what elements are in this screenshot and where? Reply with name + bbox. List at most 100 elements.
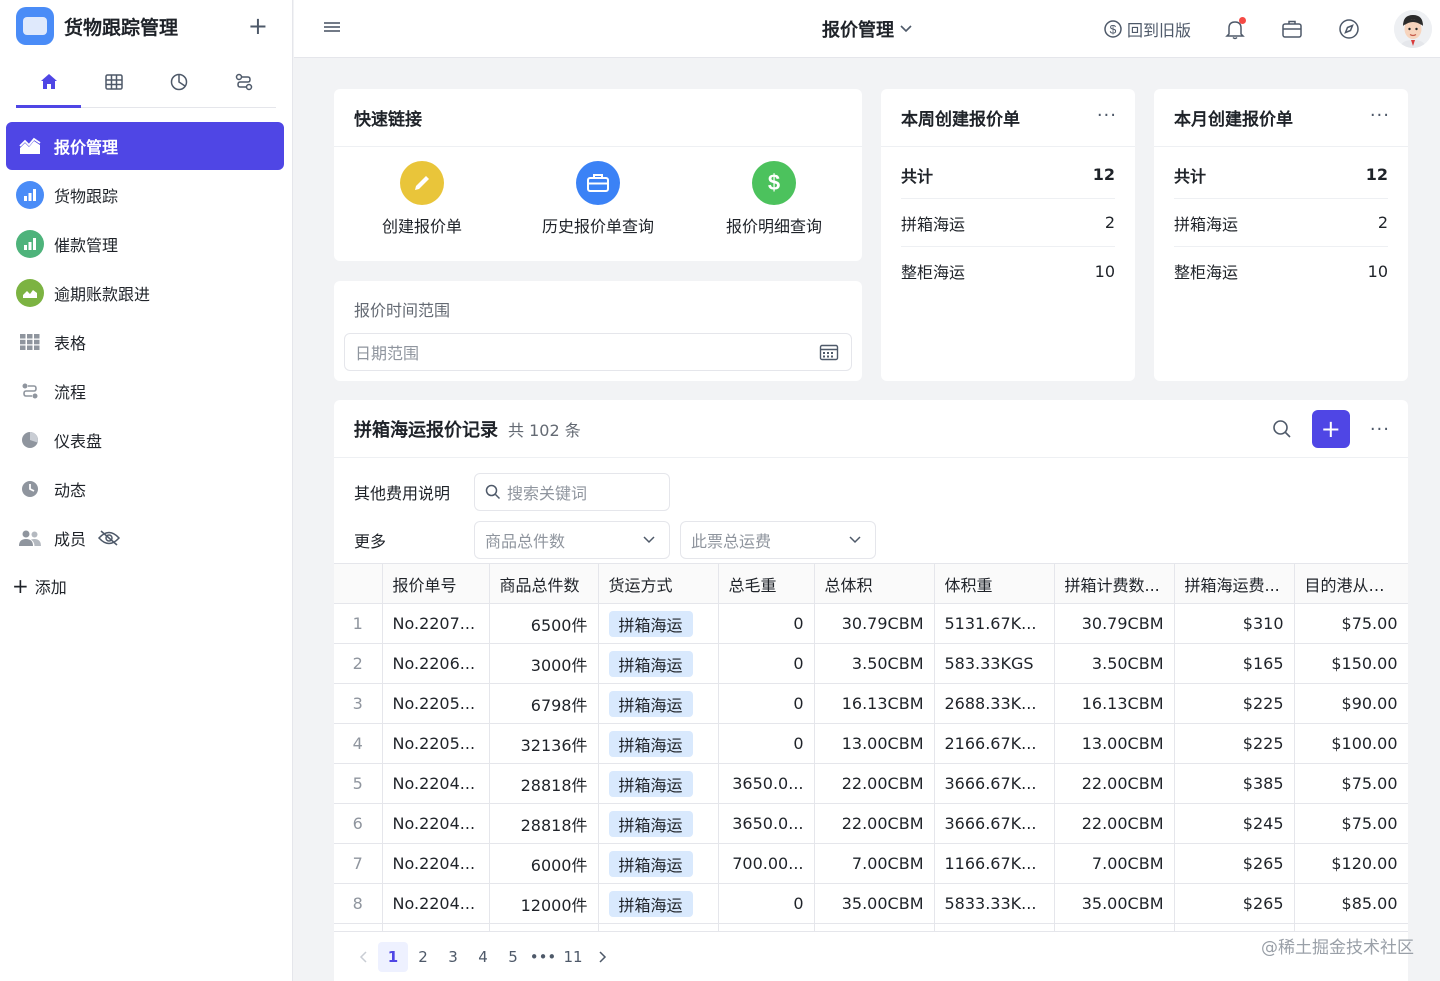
- table-row[interactable]: 5 No.2204... 28818件 拼箱海运 3650.0... 22.00CBM 36…: [334, 763, 1408, 804]
- table-cell: 7.00CBM: [1053, 843, 1175, 884]
- bar-chart-icon: [16, 230, 44, 258]
- tab-flow[interactable]: [211, 66, 276, 107]
- briefcase-icon[interactable]: [1280, 17, 1304, 41]
- weekly-stats-list: 共计 12 拼箱海运 2 整柜海运 10: [881, 147, 1135, 295]
- quick-link-label: 报价明细查询: [725, 217, 822, 236]
- pagination: 1 2 3 4 5 ••• 11: [334, 931, 1408, 981]
- table-row[interactable]: 7 No.2204... 6000件 拼箱海运 700.00... 7.00CBM 1166…: [334, 843, 1408, 884]
- compass-icon[interactable]: [1337, 17, 1361, 41]
- table-cell: $85.00: [1293, 883, 1408, 924]
- column-header[interactable]: 商品总件数: [488, 563, 599, 604]
- next-page-icon[interactable]: [588, 942, 618, 972]
- stat-label: 整柜海运: [1174, 263, 1239, 282]
- eye-icon[interactable]: [98, 530, 121, 546]
- date-range-input[interactable]: 日期范围: [344, 333, 852, 371]
- column-header[interactable]: 体积重: [933, 563, 1055, 604]
- sidebar-item-activity[interactable]: 动态: [6, 465, 284, 513]
- page-button[interactable]: 1: [378, 941, 408, 972]
- column-header[interactable]: 总毛重: [717, 563, 815, 604]
- pie-icon: [16, 426, 44, 454]
- table-cell: 拼箱海运: [597, 603, 719, 644]
- old-version-label: 回到旧版: [1126, 20, 1191, 40]
- date-range-placeholder: 日期范围: [355, 344, 420, 363]
- table-cell: 5131.67K...: [933, 603, 1055, 644]
- table-cell: 拼箱海运: [597, 843, 719, 884]
- sidebar-item-collection[interactable]: 催款管理: [6, 220, 284, 268]
- table-cell: 12000件: [488, 883, 599, 924]
- add-record-button[interactable]: +: [1311, 410, 1350, 448]
- table-cell: 30.79CBM: [813, 603, 935, 644]
- more-options-icon[interactable]: ···: [1370, 105, 1390, 126]
- column-header[interactable]: 目的港从码...: [1293, 563, 1408, 604]
- column-header[interactable]: 拼箱计费数...: [1053, 563, 1175, 604]
- add-item-button[interactable]: + 添加: [12, 566, 292, 606]
- table-row[interactable]: 1 No.2207... 6500件 拼箱海运 0 30.79CBM 5131.67K...…: [334, 603, 1408, 644]
- column-header[interactable]: 货运方式: [597, 563, 719, 604]
- sidebar-item-members[interactable]: 成员: [6, 514, 284, 562]
- tab-dashboard[interactable]: [146, 66, 211, 107]
- search-input[interactable]: 搜索关键词: [474, 473, 670, 511]
- page-ellipsis[interactable]: •••: [528, 942, 558, 972]
- chevron-down-icon: [849, 536, 861, 544]
- stat-label: 共计: [901, 166, 934, 186]
- table-cell: 3650.0...: [717, 803, 815, 844]
- sidebar-item-quote[interactable]: 报价管理: [6, 122, 284, 170]
- date-range-label: 报价时间范围: [354, 301, 451, 320]
- page-button[interactable]: 3: [438, 942, 468, 972]
- sidebar-item-dashboard[interactable]: 仪表盘: [6, 416, 284, 464]
- add-icon[interactable]: +: [248, 14, 268, 38]
- table-cell: 13.00CBM: [813, 723, 935, 764]
- table-cell: $100.00: [1293, 723, 1408, 764]
- page-button[interactable]: 2: [408, 942, 438, 972]
- more-options-icon[interactable]: ···: [1097, 105, 1117, 126]
- table-row[interactable]: 6 No.2204... 28818件 拼箱海运 3650.0... 22.00CBM 36…: [334, 803, 1408, 844]
- stat-value: 2: [1377, 213, 1388, 232]
- table-row[interactable]: 2 No.2206... 3000件 拼箱海运 0 3.50CBM 583.33KGS 3.5…: [334, 643, 1408, 684]
- search-icon[interactable]: [1272, 419, 1292, 439]
- sidebar-item-tracking[interactable]: 货物跟踪: [6, 171, 284, 219]
- table-row[interactable]: 4 No.2205... 32136件 拼箱海运 0 13.00CBM 2166.67K..…: [334, 723, 1408, 764]
- dollar-circle-icon: $: [1104, 19, 1122, 38]
- table-cell: $75.00: [1293, 763, 1408, 804]
- column-header[interactable]: 总体积: [813, 563, 935, 604]
- table-cell: 0: [717, 643, 815, 684]
- column-header[interactable]: 报价单号: [381, 563, 490, 604]
- select-total-freight[interactable]: 此票总运费: [680, 521, 876, 559]
- tab-home[interactable]: [16, 66, 81, 108]
- sidebar-item-overdue[interactable]: 逾期账款跟进: [6, 269, 284, 317]
- sidebar-item-flow[interactable]: 流程: [6, 367, 284, 415]
- table-cell: 32136件: [488, 723, 599, 764]
- page-button[interactable]: 4: [468, 942, 498, 972]
- more-options-icon[interactable]: ···: [1370, 419, 1390, 440]
- table-row[interactable]: 8 No.2204... 12000件 拼箱海运 0 35.00CBM 5833.33K..…: [334, 883, 1408, 924]
- table-cell: $150.00: [1293, 643, 1408, 684]
- table-row[interactable]: 3 No.2205... 6798件 拼箱海运 0 16.13CBM 2688.33K...…: [334, 683, 1408, 724]
- column-header[interactable]: 拼箱海运费...: [1173, 563, 1295, 604]
- old-version-button[interactable]: $ 回到旧版: [1103, 17, 1191, 41]
- table-body: 1 No.2207... 6500件 拼箱海运 0 30.79CBM 5131.67K...…: [334, 603, 1408, 964]
- table-cell: 3650.0...: [717, 763, 815, 804]
- select-total-items[interactable]: 商品总件数: [474, 521, 670, 559]
- table-cell: $165: [1173, 643, 1295, 684]
- prev-page-icon[interactable]: [348, 942, 378, 972]
- quick-link-history[interactable]: 历史报价单查询: [510, 161, 686, 237]
- grid-icon: [16, 328, 44, 356]
- menu-icon[interactable]: [322, 19, 342, 39]
- quick-link-create-quote[interactable]: 创建报价单: [334, 161, 510, 237]
- column-header[interactable]: [334, 563, 383, 604]
- tab-table[interactable]: [81, 66, 146, 107]
- sidebar-item-table[interactable]: 表格: [6, 318, 284, 366]
- page-button[interactable]: 11: [558, 942, 588, 972]
- table-cell: 22.00CBM: [1053, 763, 1175, 804]
- table-cell: 拼箱海运: [597, 723, 719, 764]
- row-number: 6: [334, 803, 383, 844]
- page-button[interactable]: 5: [498, 942, 528, 972]
- notification-bell-icon[interactable]: [1223, 16, 1247, 41]
- user-avatar[interactable]: [1394, 9, 1432, 48]
- quick-link-detail[interactable]: $ 报价明细查询: [686, 161, 862, 237]
- chevron-down-icon: [900, 24, 912, 32]
- page-title-dropdown[interactable]: 报价管理: [822, 16, 912, 42]
- calendar-icon: [819, 344, 839, 361]
- home-icon: [40, 74, 57, 89]
- table-cell: $310: [1173, 603, 1295, 644]
